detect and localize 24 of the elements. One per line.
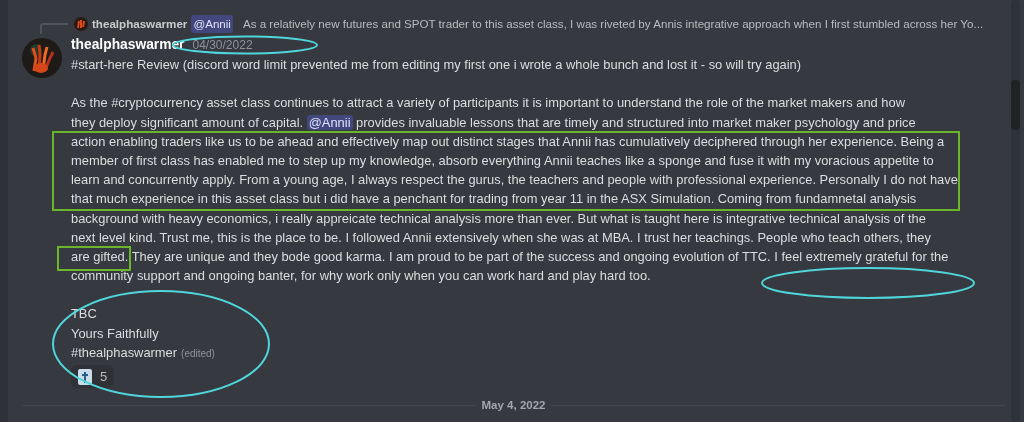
date-divider: May 4, 2022 [480,397,547,413]
message-text: they deploy significant amount of capital. @Annii provides invaluable lessons that are timely and structured into market maker psychology and price [71,113,916,132]
reply-connector [40,23,68,34]
edited-label: (edited) [181,347,215,359]
message-text: action enabling traders like us to be ahead and effectively map out distinct stages that Annii has cumulatively deciphered through her experience. Being a [71,132,945,151]
message-text: that much experience in this asset class but i did have a penchant for trading from year 11 in the ASX Simulation. Coming from fundamnetal analysis [71,190,917,209]
message-text: member of first class has enabled me to step up my knowledge, absorb everything Annii teaches like a sponge and fuse it with my voracious appetite to [71,151,934,170]
mention-link[interactable]: @Annii [306,114,353,130]
message-text: As the #cryptocurrency asset class continues to attract a variety of participants it is important to understand the role of the market makers and how [71,94,905,113]
message-text: learn and concurrently apply. From a young age, I always respect the gurus, the teachers and people with professional experience. Personally I do not have [71,171,958,190]
reply-author: thealphaswarmer [92,16,188,33]
message-text: Yours Faithfully [71,324,159,343]
message-text: background with heavy economics, i really appreicate technical analysis more than ever. But what is taught here is integrative technical analysis of the [71,209,926,228]
message-text: community support and ongoing banter, for why work only when you can work hard and play hard too. [71,267,651,286]
message-text: TBC [71,305,97,324]
timestamp: 04/30/2022 [192,37,253,54]
reply-preview: As a relatively new futures and SPOT trader to this asset class, I was riveted by Annis integrative approach when I first stumbled across her Yo... [242,16,984,33]
message-text: next level kind. Trust me, this is the place to be. I followed Annii extensively when she was at MBA. I trust her teachings. People who teach others, they [71,228,931,247]
scrollbar-thumb[interactable] [1011,80,1020,130]
message-text: #thealphaswarmer [71,344,178,360]
mention-link[interactable]: @Annii [191,15,233,33]
message-text: are gifted. They are unique and they bode good karma. I am proud to be part of the success and ongoing evolution of TTC. I feel extremely grateful for the [71,247,949,266]
message-text: #start-here Review (discord word limit prevented me from editing my first one i wrote a whole bunch and lost it - so will try again) [71,56,802,74]
reaction-button[interactable]: 5 [71,365,115,388]
